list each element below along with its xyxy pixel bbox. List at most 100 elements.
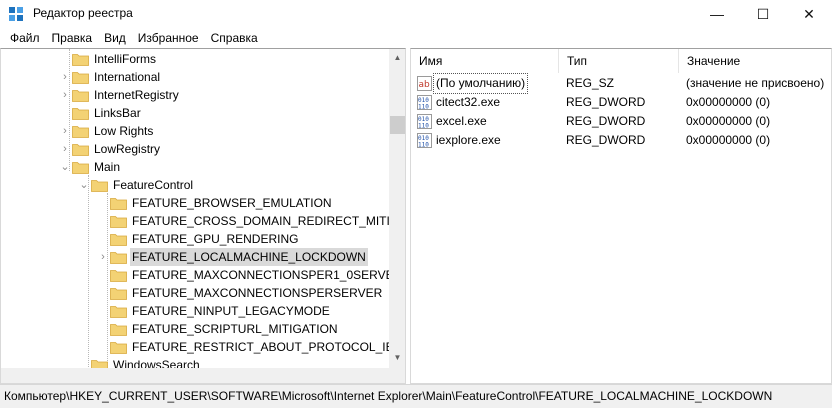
title-bar: Редактор реестра — ☐ ✕ (0, 0, 832, 28)
tree-item[interactable]: FEATURE_GPU_RENDERING (1, 230, 389, 248)
value-type: REG_SZ (566, 76, 615, 90)
tree-item[interactable]: FEATURE_SCRIPTURL_MITIGATION (1, 320, 389, 338)
chevron-right-icon[interactable]: › (97, 248, 109, 266)
folder-icon (110, 198, 127, 210)
menu-view[interactable]: Вид (98, 28, 132, 48)
binary-value-icon: 010110 (417, 133, 432, 148)
registry-editor-icon (9, 7, 23, 21)
folder-icon (110, 324, 127, 336)
menu-help[interactable]: Справка (205, 28, 264, 48)
tree-item-label: FEATURE_GPU_RENDERING (132, 232, 299, 246)
svg-text:110: 110 (418, 104, 429, 111)
value-row[interactable]: 010 110 iexplore.exe REG_DWORD 0x00000000 (0… (411, 131, 831, 150)
chevron-right-icon[interactable]: › (59, 122, 71, 140)
binary-value-icon: 010110 (417, 95, 432, 110)
tree-item[interactable]: › International (1, 68, 389, 86)
tree-item-label: InternetRegistry (94, 88, 179, 102)
folder-icon (72, 54, 89, 66)
binary-value-icon: 010110 (417, 114, 432, 129)
svg-text:110: 110 (418, 142, 429, 149)
value-data: 0x00000000 (0) (686, 133, 771, 147)
value-row[interactable]: 010 110 excel.exe REG_DWORD 0x00000000 (0) (411, 112, 831, 131)
folder-icon (91, 180, 108, 192)
value-name: iexplore.exe (436, 133, 501, 147)
tree-item-label: FEATURE_RESTRICT_ABOUT_PROTOCOL_IE7 (132, 340, 401, 354)
tree-item-label: FEATURE_NINPUT_LEGACYMODE (132, 304, 330, 318)
tree-item-label: FEATURE_MAXCONNECTIONSPER1_0SERVER (132, 268, 403, 282)
folder-icon (72, 144, 89, 156)
close-button[interactable]: ✕ (786, 0, 832, 28)
tree-item[interactable]: FEATURE_CROSS_DOMAIN_REDIRECT_MITIGATI (1, 212, 405, 230)
tree-item[interactable]: ⌄ Main (1, 158, 389, 176)
tree-item-label: FEATURE_MAXCONNECTIONSPERSERVER (132, 286, 383, 300)
menu-favorites[interactable]: Избранное (132, 28, 205, 48)
tree-item[interactable]: ⌄ FeatureControl (1, 176, 389, 194)
folder-icon (72, 72, 89, 84)
tree-item-label: LowRegistry (94, 142, 161, 156)
value-type: REG_DWORD (566, 114, 646, 128)
menu-file[interactable]: Файл (4, 28, 46, 48)
tree-item-label: IntelliForms (94, 52, 157, 66)
chevron-right-icon[interactable]: › (59, 86, 71, 104)
value-name: (По умолчанию) (432, 73, 529, 94)
folder-icon (72, 126, 89, 138)
tree-item[interactable]: FEATURE_NINPUT_LEGACYMODE (1, 302, 389, 320)
tree-item[interactable]: FEATURE_MAXCONNECTIONSPERSERVER (1, 284, 389, 302)
string-value-icon: ab (417, 76, 432, 91)
value-data: 0x00000000 (0) (686, 114, 771, 128)
folder-icon (110, 252, 127, 264)
window-title: Редактор реестра (33, 6, 133, 20)
value-type: REG_DWORD (566, 95, 646, 109)
value-type: REG_DWORD (566, 133, 646, 147)
tree-item-label: FEATURE_BROWSER_EMULATION (132, 196, 332, 210)
values-pane[interactable]: Имя Тип Значение ab (По умолчанию) REG_SZ (… (410, 48, 832, 384)
value-name: citect32.exe (436, 95, 501, 109)
chevron-right-icon[interactable]: › (59, 68, 71, 86)
column-header-data[interactable]: Значение (679, 49, 831, 73)
folder-icon (72, 162, 89, 174)
svg-text:ab: ab (419, 80, 431, 90)
value-data: 0x00000000 (0) (686, 95, 771, 109)
scroll-down-arrow[interactable]: ▼ (389, 349, 405, 366)
tree-vertical-scrollbar[interactable]: ▲ ▼ (389, 49, 405, 383)
column-header-type[interactable]: Тип (559, 49, 679, 73)
folder-icon (110, 288, 127, 300)
tree-horizontal-scrollbar[interactable] (1, 368, 389, 383)
tree-item[interactable]: › Low Rights (1, 122, 389, 140)
chevron-down-icon[interactable]: ⌄ (78, 176, 90, 194)
key-tree-pane[interactable]: IntelliForms › International › InternetRegis… (0, 48, 406, 384)
tree-item-label: FEATURE_SCRIPTURL_MITIGATION (132, 322, 338, 336)
column-header-name[interactable]: Имя (411, 49, 559, 73)
chevron-right-icon[interactable]: › (59, 140, 71, 158)
maximize-button[interactable]: ☐ (740, 0, 786, 28)
folder-icon (110, 306, 127, 318)
tree-item[interactable]: › LowRegistry (1, 140, 389, 158)
tree-item-label: International (94, 70, 161, 84)
tree-item[interactable]: LinksBar (1, 104, 389, 122)
folder-icon (72, 90, 89, 102)
tree-item[interactable]: › InternetRegistry (1, 86, 389, 104)
tree-item-label: Main (94, 160, 121, 174)
menu-edit[interactable]: Правка (46, 28, 99, 48)
value-row[interactable]: ab (По умолчанию) REG_SZ (значение не присв… (411, 73, 831, 94)
folder-icon (110, 234, 127, 246)
tree-item[interactable]: › FEATURE_LOCALMACHINE_LOCKDOWN (1, 248, 389, 266)
chevron-down-icon[interactable]: ⌄ (59, 158, 71, 176)
menu-bar: Файл Правка Вид Избранное Справка (0, 28, 832, 48)
scroll-thumb[interactable] (390, 116, 405, 134)
scroll-up-arrow[interactable]: ▲ (389, 49, 405, 66)
tree-item[interactable]: FEATURE_MAXCONNECTIONSPER1_0SERVER (1, 266, 402, 284)
tree-item-label: FEATURE_LOCALMACHINE_LOCKDOWN (130, 248, 368, 266)
tree-item[interactable]: FEATURE_RESTRICT_ABOUT_PROTOCOL_IE7 (1, 338, 400, 356)
tree-item-label: FeatureControl (113, 178, 194, 192)
tree-item[interactable]: IntelliForms (1, 50, 389, 68)
tree-item-label: Low Rights (94, 124, 154, 138)
tree-item[interactable]: FEATURE_BROWSER_EMULATION (1, 194, 389, 212)
value-row[interactable]: 010 110 citect32.exe REG_DWORD 0x00000000 (0… (411, 93, 831, 112)
folder-icon (110, 216, 127, 228)
tree-item-label: FEATURE_CROSS_DOMAIN_REDIRECT_MITIGATI (132, 214, 406, 228)
folder-icon (110, 270, 127, 282)
minimize-button[interactable]: — (694, 0, 740, 28)
status-bar-path: Компьютер\HKEY_CURRENT_USER\SOFTWARE\Mic… (0, 384, 832, 408)
folder-icon (72, 108, 89, 120)
